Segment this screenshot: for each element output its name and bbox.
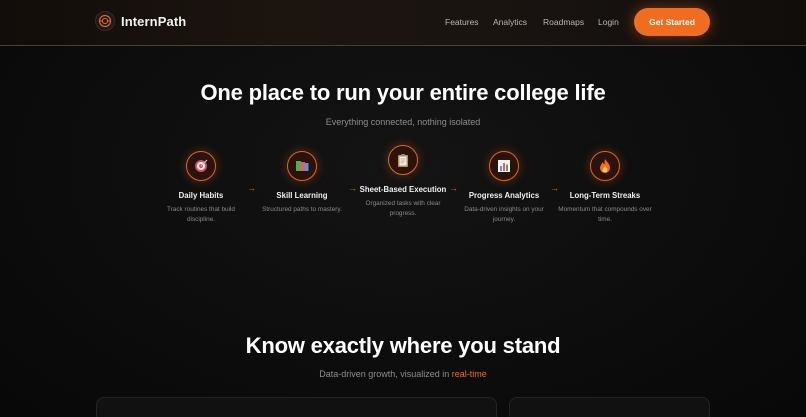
brand-name: InternPath bbox=[121, 13, 187, 29]
section-subtitle-text: Data-driven growth, visualized in bbox=[319, 369, 452, 379]
navbar: InternPath Features Analytics Roadmaps L… bbox=[0, 0, 806, 46]
brand[interactable]: InternPath bbox=[95, 11, 186, 31]
books-icon bbox=[287, 151, 317, 181]
step-title: Progress Analytics bbox=[468, 191, 540, 200]
step-long-term-streaks: Long-Term Streaks Momentum that compound… bbox=[557, 151, 653, 225]
step-title: Long-Term Streaks bbox=[569, 191, 641, 200]
section-subtitle: Data-driven growth, visualized in real-t… bbox=[0, 369, 806, 379]
step-description: Momentum that compounds over time. bbox=[558, 206, 652, 223]
step-description: Structured paths to mastery. bbox=[262, 206, 342, 213]
brand-logo-icon bbox=[95, 11, 115, 31]
step-description: Data-driven insights on your journey. bbox=[464, 206, 544, 223]
step-description: Organized tasks with clear progress. bbox=[365, 200, 441, 217]
hero-subtitle: Everything connected, nothing isolated bbox=[325, 117, 481, 127]
step-progress-analytics: Progress Analytics Data-driven insights … bbox=[456, 151, 552, 225]
step-sheet-based-execution: Sheet-Based Execution Organized tasks wi… bbox=[355, 145, 451, 219]
bar-chart-icon bbox=[489, 151, 519, 181]
section-title: Know exactly where you stand bbox=[245, 333, 561, 358]
get-started-button[interactable]: Get Started bbox=[634, 8, 710, 36]
nav-link-features[interactable]: Features bbox=[445, 17, 479, 27]
step-description: Track routines that build discipline. bbox=[167, 206, 235, 223]
landing-page: InternPath Features Analytics Roadmaps L… bbox=[0, 0, 806, 417]
step-title: Sheet-Based Execution bbox=[359, 185, 447, 194]
target-icon bbox=[186, 151, 216, 181]
step-title: Skill Learning bbox=[276, 191, 328, 200]
nav-link-analytics[interactable]: Analytics bbox=[493, 17, 527, 27]
step-skill-learning: Skill Learning Structured paths to maste… bbox=[254, 151, 350, 215]
section-subtitle-accent: real-time bbox=[451, 369, 487, 379]
step-daily-habits: Daily Habits Track routines that build d… bbox=[153, 151, 249, 225]
nav-link-login[interactable]: Login bbox=[598, 17, 619, 27]
analytics-card bbox=[96, 397, 497, 417]
step-title: Daily Habits bbox=[178, 191, 224, 200]
nav-link-roadmaps[interactable]: Roadmaps bbox=[543, 17, 584, 27]
flame-icon bbox=[590, 151, 620, 181]
hero-title: One place to run your entire college lif… bbox=[200, 80, 606, 105]
analytics-side-card bbox=[509, 397, 710, 417]
clipboard-icon bbox=[388, 145, 418, 175]
